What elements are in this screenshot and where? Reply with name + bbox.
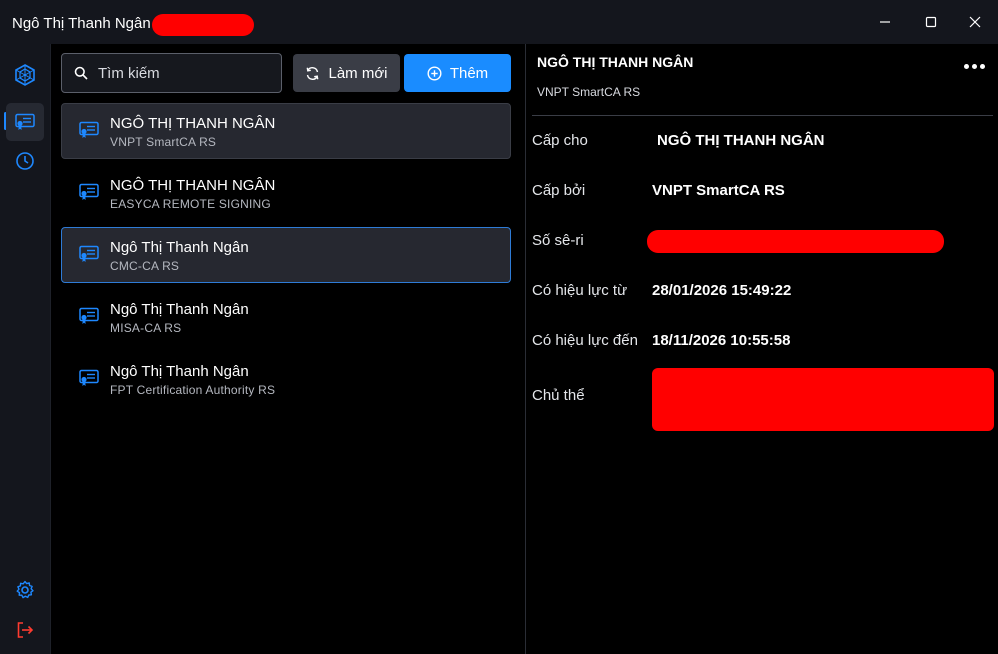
window-title: Ngô Thị Thanh Ngân — [12, 15, 151, 32]
minimize-button[interactable] — [862, 0, 908, 44]
redacted-serial — [647, 230, 944, 253]
close-button[interactable] — [952, 0, 998, 44]
nav-rail — [0, 44, 51, 654]
valid-to-value: 18/11/2026 10:55:58 — [652, 332, 791, 349]
redacted-block — [152, 14, 254, 36]
search-input[interactable] — [98, 64, 268, 82]
search-icon — [74, 66, 88, 80]
certificate-item[interactable]: NGÔ THỊ THANH NGÂN VNPT SmartCA RS — [61, 103, 511, 159]
divider — [532, 115, 993, 116]
nav-settings[interactable] — [6, 571, 44, 609]
more-options-icon — [963, 63, 969, 69]
certificate-detail-panel: NGÔ THỊ THANH NGÂN VNPT SmartCA RS Cấp c… — [525, 44, 998, 654]
add-label: Thêm — [449, 64, 489, 82]
detail-subtitle: VNPT SmartCA RS — [537, 85, 641, 99]
issued-to-label: Cấp cho — [532, 132, 588, 149]
valid-from-value: 28/01/2026 15:49:22 — [652, 282, 792, 299]
certificate-icon — [15, 113, 35, 130]
certificate-issuer: FPT Certification Authority RS — [110, 383, 276, 397]
add-icon — [427, 65, 442, 81]
certificate-issuer: CMC-CA RS — [110, 259, 180, 273]
maximize-icon — [925, 16, 937, 28]
valid-from-label: Có hiệu lực từ — [532, 282, 628, 299]
nav-logout[interactable] — [6, 611, 44, 649]
issued-by-label: Cấp bởi — [532, 182, 586, 199]
nav-certificates[interactable] — [6, 103, 44, 141]
certificate-list-panel: Làm mới Thêm NGÔ THỊ THANH NGÂN VNPT Sma… — [51, 44, 525, 654]
redacted-subject — [652, 368, 994, 431]
more-options-button[interactable] — [962, 56, 986, 76]
settings-icon — [16, 580, 34, 599]
certificate-name: Ngô Thị Thanh Ngân — [110, 301, 249, 318]
certificate-item[interactable]: Ngô Thị Thanh Ngân CMC-CA RS — [61, 227, 511, 283]
app-logo-icon — [15, 64, 35, 86]
issued-by-value: VNPT SmartCA RS — [652, 182, 785, 199]
valid-to-label: Có hiệu lực đến — [532, 332, 638, 349]
refresh-label: Làm mới — [328, 64, 388, 82]
certificate-icon — [79, 307, 99, 324]
certificate-name: NGÔ THỊ THANH NGÂN — [110, 115, 276, 132]
search-box[interactable] — [61, 53, 282, 93]
certificate-icon — [79, 183, 99, 200]
issued-to-value: NGÔ THỊ THANH NGÂN — [657, 132, 825, 149]
detail-title: NGÔ THỊ THANH NGÂN — [537, 54, 694, 70]
subject-label: Chủ thể — [532, 387, 585, 404]
refresh-button[interactable]: Làm mới — [293, 54, 400, 92]
certificate-name: Ngô Thị Thanh Ngân — [110, 363, 249, 380]
nav-history[interactable] — [6, 142, 44, 180]
logout-icon — [17, 622, 34, 638]
certificate-item[interactable]: NGÔ THỊ THANH NGÂN EASYCA REMOTE SIGNING — [61, 165, 511, 221]
certificate-icon — [79, 245, 99, 262]
certificate-icon — [79, 121, 99, 138]
serial-label: Số sê-ri — [532, 232, 584, 249]
title-bar: Ngô Thị Thanh Ngân — [0, 0, 998, 44]
certificate-issuer: EASYCA REMOTE SIGNING — [110, 197, 271, 211]
maximize-button[interactable] — [908, 0, 954, 44]
add-button[interactable]: Thêm — [404, 54, 511, 92]
certificate-name: NGÔ THỊ THANH NGÂN — [110, 177, 276, 194]
certificate-issuer: MISA-CA RS — [110, 321, 182, 335]
certificate-name: Ngô Thị Thanh Ngân — [110, 239, 249, 256]
certificate-item[interactable]: Ngô Thị Thanh Ngân FPT Certification Aut… — [61, 351, 511, 407]
app-logo-button[interactable] — [6, 56, 44, 94]
certificate-issuer: VNPT SmartCA RS — [110, 135, 217, 149]
history-icon — [16, 152, 34, 170]
refresh-icon — [307, 66, 319, 80]
certificate-icon — [79, 369, 99, 386]
close-icon — [969, 16, 981, 28]
certificate-item[interactable]: Ngô Thị Thanh Ngân MISA-CA RS — [61, 289, 511, 345]
minimize-icon — [880, 21, 890, 23]
